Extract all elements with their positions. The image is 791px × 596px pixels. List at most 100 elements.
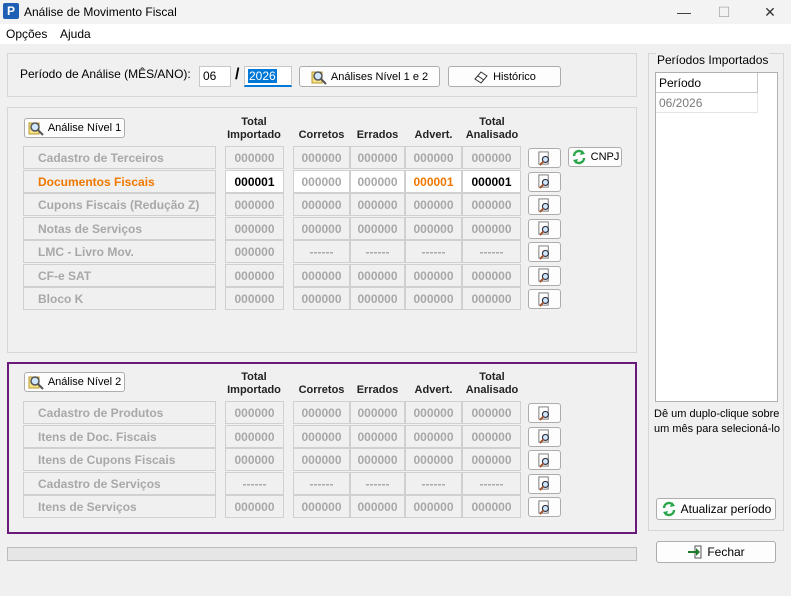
details-button[interactable] (528, 171, 561, 192)
menu-opcoes[interactable]: Opções (6, 27, 47, 41)
details-button[interactable] (528, 426, 561, 447)
details-button[interactable] (528, 242, 561, 262)
year-value: 2026 (248, 69, 277, 83)
cell-corretos: ------ (293, 240, 350, 263)
window-title: Análise de Movimento Fiscal (24, 5, 177, 19)
magnifier-icon (28, 376, 44, 390)
cell-analisado: 000000 (462, 287, 521, 310)
eraser-icon (474, 70, 488, 84)
cell-advert: 000000 (405, 193, 462, 216)
minimize-button[interactable]: — (664, 0, 704, 24)
row-label: LMC - Livro Mov. Combustíveis (23, 240, 216, 281)
cell-advert: 000000 (405, 287, 462, 310)
cell-corretos: 000000 (293, 287, 350, 310)
document-search-icon (538, 197, 550, 213)
exit-icon (688, 545, 702, 559)
header-advert: Advert. (414, 129, 453, 141)
document-search-icon (538, 244, 550, 260)
cell-advert: 000000 (405, 146, 462, 169)
cell-errados: 000000 (350, 263, 405, 287)
close-button[interactable]: Fechar (656, 541, 776, 563)
cell-errados: 000000 (350, 287, 405, 310)
history-button[interactable]: Histórico (448, 66, 561, 87)
cell-analisado: 000000 (462, 263, 521, 287)
header-corretos: Corretos (298, 129, 345, 141)
details-button[interactable] (528, 403, 561, 423)
document-search-icon (538, 174, 550, 189)
details-button[interactable] (528, 473, 561, 494)
analyze-level1-button[interactable]: Análise Nível 1 (24, 118, 125, 138)
period-column-header[interactable]: Período (656, 73, 758, 93)
document-search-icon (538, 268, 550, 283)
cell-advert: 000000 (405, 216, 462, 240)
cell-total: 000000 (225, 263, 284, 287)
cell-errados: 000000 (350, 424, 405, 448)
cell-analisado: 000000 (462, 424, 521, 448)
cell-total: 000000 (225, 448, 284, 471)
cell-advert: ------ (405, 471, 462, 495)
document-search-icon (538, 429, 550, 444)
cell-errados: 000000 (350, 216, 405, 240)
header-total-importado: Total Importado (227, 116, 281, 141)
cell-analisado: 000000 (462, 401, 521, 424)
cell-total: 000000 (225, 240, 284, 263)
period-label: Período de Análise (MÊS/ANO): (20, 67, 191, 81)
header-errados: Errados (356, 129, 399, 141)
history-label: Histórico (493, 70, 536, 83)
cell-errados: 000000 (350, 146, 405, 169)
cell-total: 000000 (225, 495, 284, 518)
analyze-level2-button[interactable]: Análise Nível 2 (24, 372, 125, 392)
details-button[interactable] (528, 148, 561, 168)
document-search-icon (538, 499, 550, 515)
document-search-icon (538, 452, 550, 468)
row-label: Cadastro de Serviços (23, 471, 216, 495)
details-button[interactable] (528, 289, 561, 309)
period-row[interactable]: 06/2026 (656, 93, 758, 113)
cell-analisado: 000000 (462, 495, 521, 518)
cnpj-button[interactable]: CNPJ (568, 147, 622, 167)
refresh-period-label: Atualizar período (680, 502, 772, 516)
refresh-period-button[interactable]: Atualizar período (656, 498, 776, 520)
cell-analisado: ------ (462, 240, 521, 263)
cell-corretos: 000000 (293, 401, 350, 424)
cell-advert: 000000 (405, 448, 462, 471)
document-search-icon (538, 150, 550, 166)
details-button[interactable] (528, 497, 561, 517)
header-corretos-2: Corretos (298, 384, 345, 396)
close-window-button[interactable]: ✕ (750, 0, 790, 24)
details-button[interactable] (528, 450, 561, 470)
cell-advert: 000000 (405, 263, 462, 287)
month-input[interactable]: 06 (199, 66, 231, 87)
row-label: Itens de Cupons Fiscais (23, 448, 216, 471)
row-label: Itens de Doc. Fiscais (23, 424, 216, 448)
details-button[interactable] (528, 265, 561, 286)
maximize-button[interactable]: ☐ (704, 0, 744, 24)
cell-advert: ------ (405, 240, 462, 263)
progress-bar (7, 547, 637, 561)
row-label: Notas de Serviços (23, 216, 216, 240)
details-button[interactable] (528, 218, 561, 239)
cell-analisado: 000000 (462, 193, 521, 216)
periods-list[interactable]: Período 06/2026 (655, 72, 778, 402)
header-errados-2: Errados (356, 384, 399, 396)
date-separator: / (235, 66, 240, 83)
analyze-level1-label: Análise Nível 1 (47, 122, 122, 134)
cell-corretos: 000000 (293, 495, 350, 518)
cell-total: 000000 (225, 401, 284, 424)
imported-periods-title: Períodos Importados (656, 53, 770, 67)
header-advert-2: Advert. (414, 384, 453, 396)
row-label: Itens de Serviços (23, 495, 216, 518)
cell-corretos: 000000 (293, 448, 350, 471)
details-button[interactable] (528, 195, 561, 215)
menu-ajuda[interactable]: Ajuda (60, 27, 91, 41)
cell-corretos: 000000 (293, 193, 350, 216)
refresh-icon (662, 501, 675, 517)
cell-errados: 000000 (350, 401, 405, 424)
menu-bar (0, 24, 791, 44)
cell-total: 000000 (225, 146, 284, 169)
cell-errados: 000000 (350, 448, 405, 471)
header-total-analisado-2: Total Analisado (465, 371, 519, 396)
cell-analisado: ------ (462, 471, 521, 495)
analyze-both-button[interactable]: Análises Nível 1 e 2 (299, 66, 440, 87)
year-input[interactable]: 2026 (244, 66, 292, 87)
